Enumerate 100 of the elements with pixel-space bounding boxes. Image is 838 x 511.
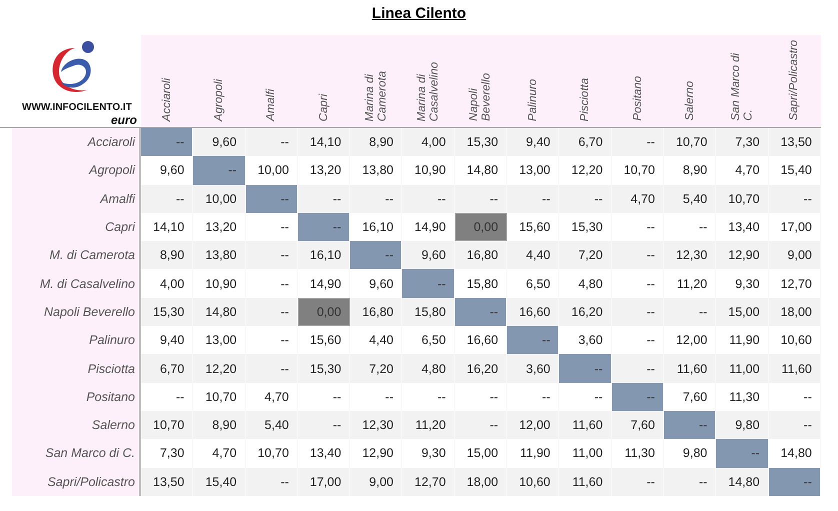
table-cell: -- xyxy=(246,241,298,270)
row-header: Agropoli xyxy=(89,163,135,178)
table-cell: 4,40 xyxy=(350,326,402,354)
column-header: Positano xyxy=(632,76,644,121)
table-cell: 8,90 xyxy=(350,128,402,156)
row-header: Salerno xyxy=(92,418,135,432)
row-header: Capri xyxy=(105,220,135,234)
table-cell: -- xyxy=(612,354,664,383)
table-cell: 9,40 xyxy=(507,128,560,156)
table-cell: 12,30 xyxy=(664,241,716,270)
table-cell: 12,70 xyxy=(768,269,821,298)
table-cell: 11,00 xyxy=(716,354,769,383)
table-cell: -- xyxy=(141,128,194,156)
table-cell: 10,00 xyxy=(246,156,298,185)
row-header: M. di Casalvelino xyxy=(40,276,135,291)
table-cell: -- xyxy=(246,212,298,242)
column-header: Palinuro xyxy=(526,78,540,121)
table-cell: -- xyxy=(141,184,194,213)
table-cell: 6,50 xyxy=(402,326,455,354)
table-cell: 10,70 xyxy=(141,410,194,440)
table-cell: -- xyxy=(612,241,664,270)
table-cell: -- xyxy=(612,382,664,411)
table-cell: 5,40 xyxy=(664,184,716,213)
table-cell: 17,00 xyxy=(768,212,821,242)
table-cell: 16,10 xyxy=(298,241,350,270)
table-cell: 12,70 xyxy=(402,468,455,496)
table-cell: 15,30 xyxy=(454,128,508,156)
table-cell: 16,80 xyxy=(350,298,402,326)
table-cell: 14,80 xyxy=(193,298,246,326)
table-cell: 7,20 xyxy=(350,354,402,383)
table-cell: 13,80 xyxy=(193,241,246,270)
table-cell: -- xyxy=(768,184,821,213)
row-header: Sapri/Policastro xyxy=(47,474,135,489)
table-cell: 9,00 xyxy=(768,241,821,270)
column-header: Napoli Beverello xyxy=(468,73,494,121)
table-cell: -- xyxy=(559,382,612,411)
row-header: San Marco di C. xyxy=(45,446,135,460)
table-cell: -- xyxy=(768,410,821,440)
table-cell: 15,30 xyxy=(298,354,350,383)
table-cell: 8,90 xyxy=(141,241,194,270)
table-cell: -- xyxy=(246,354,298,383)
table-cell: 9,60 xyxy=(402,241,455,270)
table-cell: -- xyxy=(141,382,194,411)
column-header: Marina di Casalvelino xyxy=(416,62,442,121)
column-header: Capri xyxy=(318,94,330,121)
table-cell: 15,00 xyxy=(716,298,769,326)
table-cell: 12,00 xyxy=(507,410,560,440)
table-cell: -- xyxy=(664,298,716,326)
table-cell: -- xyxy=(559,184,612,213)
table-cell: -- xyxy=(350,184,402,213)
table-cell: 11,60 xyxy=(664,354,716,383)
table-cell: -- xyxy=(454,298,508,326)
table-cell: 7,20 xyxy=(559,241,612,270)
table-cell: -- xyxy=(612,468,664,496)
table-cell: 12,90 xyxy=(716,241,769,270)
table-cell: 15,40 xyxy=(768,156,821,185)
unit-label: euro xyxy=(110,113,137,127)
table-cell: -- xyxy=(454,184,508,213)
table-cell: 6,70 xyxy=(559,128,612,156)
table-cell: 12,30 xyxy=(350,410,402,440)
column-header: Pisciotta xyxy=(579,78,592,121)
table-cell: -- xyxy=(559,354,612,383)
column-header: Acciaroli xyxy=(160,78,174,121)
logo-text: WWW.INFOCILENTO.IT xyxy=(22,102,132,113)
table-cell: 4,70 xyxy=(612,184,664,213)
table-cell: 11,30 xyxy=(612,439,664,468)
table-cell: -- xyxy=(246,269,298,298)
table-cell: -- xyxy=(246,184,298,213)
table-cell: -- xyxy=(402,382,455,411)
table-cell: 14,80 xyxy=(716,468,769,496)
row-header: Amalfi xyxy=(100,192,135,206)
table-cell: 11,20 xyxy=(402,410,455,440)
table-cell: 0,00 xyxy=(298,298,350,326)
table-cell: 16,80 xyxy=(454,241,508,270)
table-cell: 9,60 xyxy=(193,128,246,156)
table-cell: -- xyxy=(246,298,298,326)
table-cell: -- xyxy=(507,326,560,354)
table-cell: -- xyxy=(298,410,350,440)
table-cell: 7,60 xyxy=(664,382,716,411)
row-header: Pisciotta xyxy=(88,362,135,376)
table-cell: 16,20 xyxy=(454,354,508,383)
table-cell: 10,70 xyxy=(664,128,716,156)
row-header: Positano xyxy=(86,390,135,404)
row-header: Acciaroli xyxy=(88,135,135,150)
row-header: Napoli Beverello xyxy=(44,304,135,319)
table-cell: -- xyxy=(612,212,664,242)
table-cell: 15,80 xyxy=(402,298,455,326)
table-cell: -- xyxy=(507,382,560,411)
column-header: Agropoli xyxy=(213,78,226,121)
table-cell: 4,80 xyxy=(402,354,455,383)
table-cell: -- xyxy=(402,269,455,298)
table-cell: -- xyxy=(768,468,821,496)
table-cell: 16,20 xyxy=(559,298,612,326)
table-cell: 10,00 xyxy=(193,184,246,213)
table-cell: 11,60 xyxy=(768,354,821,383)
table-cell: 17,00 xyxy=(298,468,350,496)
table-title: Linea Cilento xyxy=(372,5,466,24)
table-cell: 12,20 xyxy=(193,354,246,383)
column-header: Sapri/Policastro xyxy=(788,40,802,121)
table-cell: -- xyxy=(298,212,350,242)
